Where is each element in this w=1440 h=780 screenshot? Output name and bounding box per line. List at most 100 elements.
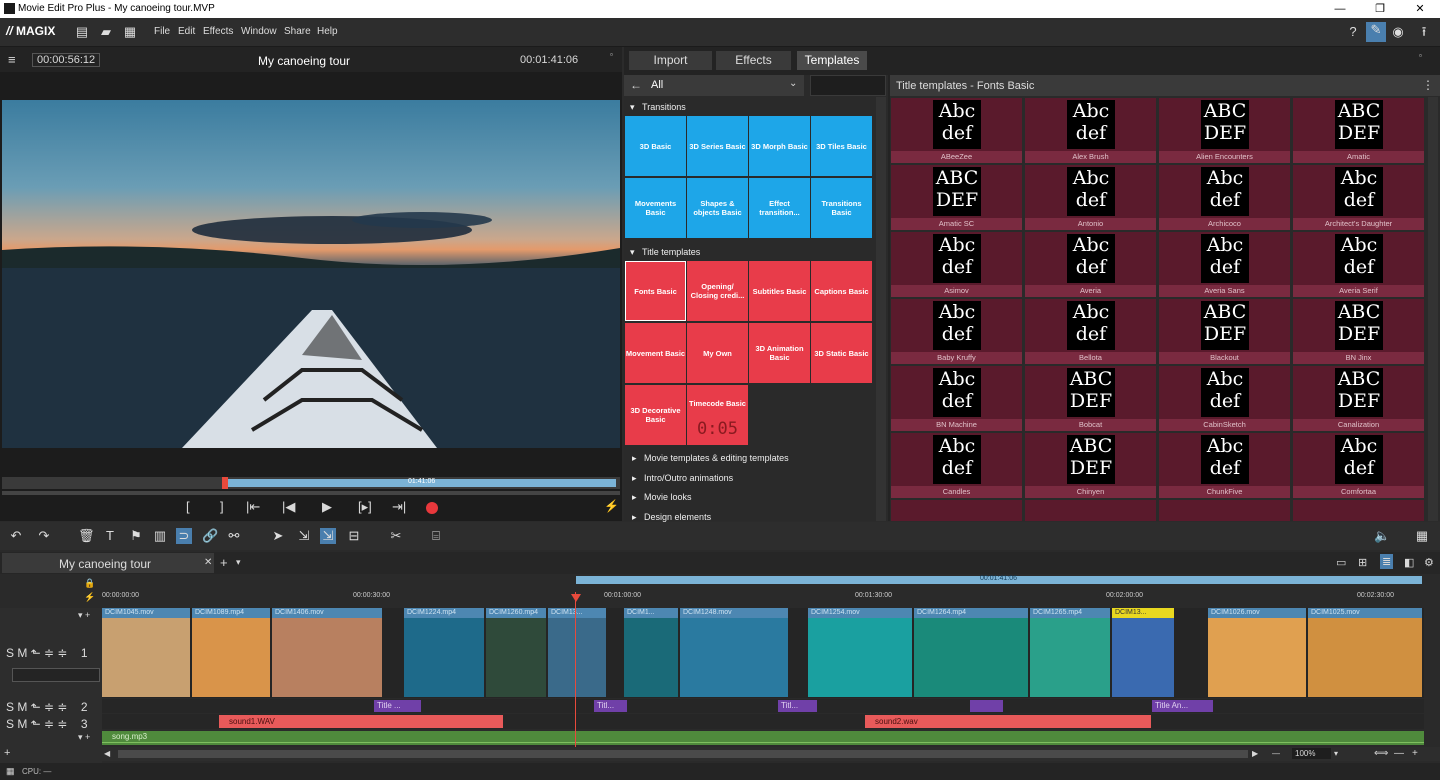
video-clip[interactable]: DCIM13... — [1112, 608, 1174, 697]
font-template-item[interactable]: ABC DEF Amatic SC — [891, 165, 1022, 230]
font-template-item[interactable]: Abc def Alex Brush — [1025, 98, 1156, 163]
jump-to-start-button[interactable]: |⇤ — [246, 499, 260, 515]
tab-effects[interactable]: Effects — [716, 51, 791, 70]
template-tile[interactable]: 3D Static Basic — [811, 323, 872, 383]
title-clip[interactable]: Titl... — [778, 700, 817, 712]
template-tile[interactable]: Movement Basic — [625, 323, 686, 383]
font-template-item[interactable]: ABC DEF Amatic — [1293, 98, 1424, 163]
audio-clip[interactable]: sound2.wav — [865, 715, 1151, 728]
template-tile[interactable]: 3D Morph Basic — [749, 116, 810, 176]
font-template-item[interactable]: Abc def CabinSketch — [1159, 366, 1290, 431]
fit-to-window-icon[interactable]: ⟺ — [1374, 748, 1388, 759]
lock-icon[interactable]: 🔒 — [84, 578, 95, 589]
new-file-icon[interactable]: ▤ — [74, 24, 90, 40]
search-input[interactable] — [810, 75, 886, 96]
zoom-plus-icon[interactable]: + — [1412, 748, 1418, 759]
font-template-item[interactable]: Abc def Averia Sans — [1159, 232, 1290, 297]
video-clip[interactable]: DCIM1025.mov — [1308, 608, 1422, 697]
section-intro-outro[interactable]: ▸ Intro/Outro animations — [632, 473, 733, 484]
track-1-controls[interactable]: S M ⬑ ≑ ≑ 1 — [6, 646, 88, 660]
zoom-minus-icon[interactable]: — — [1394, 748, 1404, 759]
playhead-marker[interactable] — [222, 477, 228, 489]
title-text-icon[interactable]: T — [102, 528, 118, 544]
template-tile[interactable]: Transitions Basic — [811, 178, 872, 238]
add-track-icon[interactable]: + — [4, 747, 10, 759]
minimize-button[interactable]: — — [1320, 1, 1360, 17]
tab-menu-icon[interactable]: ▾ — [236, 557, 241, 568]
font-template-item[interactable]: Abc def Bellota — [1025, 299, 1156, 364]
title-clip[interactable]: Titl... — [594, 700, 627, 712]
mixer-icon[interactable]: ▦ — [1414, 528, 1430, 544]
template-tile[interactable]: 3D Tiles Basic — [811, 116, 872, 176]
font-template-item[interactable]: Abc def Archicoco — [1159, 165, 1290, 230]
ripple-icon[interactable]: ⊃ — [176, 528, 192, 544]
template-tile[interactable]: 3D Basic — [625, 116, 686, 176]
video-clip[interactable]: DCIM1026.mov — [1208, 608, 1306, 697]
zoom-level[interactable]: 100% — [1292, 748, 1331, 759]
template-tile[interactable]: 3D Animation Basic — [749, 323, 810, 383]
storyboard-mode-icon[interactable]: ▭ — [1336, 556, 1346, 569]
title-clip[interactable]: Title ... — [374, 700, 421, 712]
timeline-playhead[interactable] — [575, 592, 576, 752]
range-bar[interactable]: 00:01:41:06 — [576, 575, 1422, 584]
font-template-item[interactable]: Abc def Architect's Daughter — [1293, 165, 1424, 230]
template-tile[interactable]: Effect transition... — [749, 178, 810, 238]
audio-clip[interactable]: sound1.WAV — [219, 715, 503, 728]
section-movie-templates[interactable]: ▸ Movie templates & editing templates — [632, 453, 789, 464]
category-scrollbar[interactable] — [876, 97, 886, 521]
music-track[interactable]: song.mp3 — [102, 731, 1424, 745]
video-clip[interactable]: DCIM1089.mp4 — [192, 608, 270, 697]
font-template-item[interactable] — [1159, 500, 1290, 521]
font-template-item[interactable]: ABC DEF Chinyen — [1025, 433, 1156, 498]
font-template-item[interactable]: ABC DEF BN Jinx — [1293, 299, 1424, 364]
panel-options-icon[interactable]: ▫ — [1419, 51, 1422, 60]
record-icon[interactable]: ◉ — [1390, 24, 1406, 40]
track-expand-icon[interactable]: ▾ + — [78, 610, 90, 621]
template-tile[interactable]: Timecode Basic 0:05 — [687, 385, 748, 445]
chevron-down-icon[interactable]: ⌄ — [789, 78, 797, 89]
font-template-item[interactable]: Abc def Averia Serif — [1293, 232, 1424, 297]
time-ruler[interactable]: 00:00:00:00 00:00:30:00 00:01:00:00 00:01:3… — [102, 586, 1422, 606]
preview-scrollbar[interactable] — [2, 491, 620, 495]
scroll-left-icon[interactable]: ◀ — [104, 749, 110, 758]
playhead-handle[interactable] — [571, 594, 581, 602]
font-template-item[interactable]: Abc def Averia — [1025, 232, 1156, 297]
template-tile[interactable]: Captions Basic — [811, 261, 872, 321]
group-icon[interactable]: ▥ — [152, 528, 168, 544]
link-icon[interactable]: 🔗 — [202, 528, 218, 544]
font-template-item[interactable] — [891, 500, 1022, 521]
track-4-expand-icon[interactable]: ▾ + — [78, 732, 90, 743]
settings-icon[interactable]: ⚙ — [1424, 556, 1434, 569]
filter-dropdown[interactable]: All — [651, 79, 663, 91]
font-template-item[interactable]: ABC DEF Canalization — [1293, 366, 1424, 431]
font-template-item[interactable]: Abc def BN Machine — [891, 366, 1022, 431]
menu-file[interactable]: File — [154, 26, 170, 37]
font-template-item[interactable]: Abc def Candles — [891, 433, 1022, 498]
menu-edit[interactable]: Edit — [178, 26, 195, 37]
video-clip[interactable]: DCIM1254.mov — [808, 608, 912, 697]
section-title-templates[interactable]: ▾ Title templates — [630, 247, 700, 258]
video-clip[interactable]: DCIM13... — [548, 608, 606, 697]
zoom-out-icon[interactable]: — — [1272, 749, 1280, 758]
video-clip[interactable]: DCIM1265.mp4 — [1030, 608, 1110, 697]
help-icon[interactable]: ? — [1345, 24, 1361, 40]
font-template-item[interactable]: Abc def Asimov — [891, 232, 1022, 297]
record-button[interactable] — [426, 502, 438, 514]
more-options-icon[interactable]: ⋮ — [1422, 78, 1434, 92]
filter-bar[interactable]: ← All ⌄ — [624, 75, 804, 96]
track-2-controls[interactable]: S M ⬑ ≑ ≑ 2 — [6, 700, 88, 714]
zoom-dropdown-icon[interactable]: ▾ — [1334, 749, 1338, 758]
section-transitions[interactable]: ▾ Transitions — [630, 102, 686, 113]
template-tile[interactable]: Subtitles Basic — [749, 261, 810, 321]
font-template-item[interactable]: Abc def Antonio — [1025, 165, 1156, 230]
font-template-item[interactable]: Abc def ABeeZee — [891, 98, 1022, 163]
cut-icon[interactable]: ✂ — [388, 528, 404, 544]
snap-icon[interactable]: ⚡ — [84, 592, 95, 603]
scrub-bar[interactable]: 01:41:06 — [2, 477, 620, 489]
add-tab-icon[interactable]: + — [220, 555, 228, 570]
menu-help[interactable]: Help — [317, 26, 338, 37]
video-clip[interactable]: DCIM1406.mov — [272, 608, 382, 697]
timeline-mode-icon[interactable]: ≣ — [1380, 554, 1394, 569]
template-tile[interactable]: Shapes & objects Basic — [687, 178, 748, 238]
template-tile[interactable]: Movements Basic — [625, 178, 686, 238]
